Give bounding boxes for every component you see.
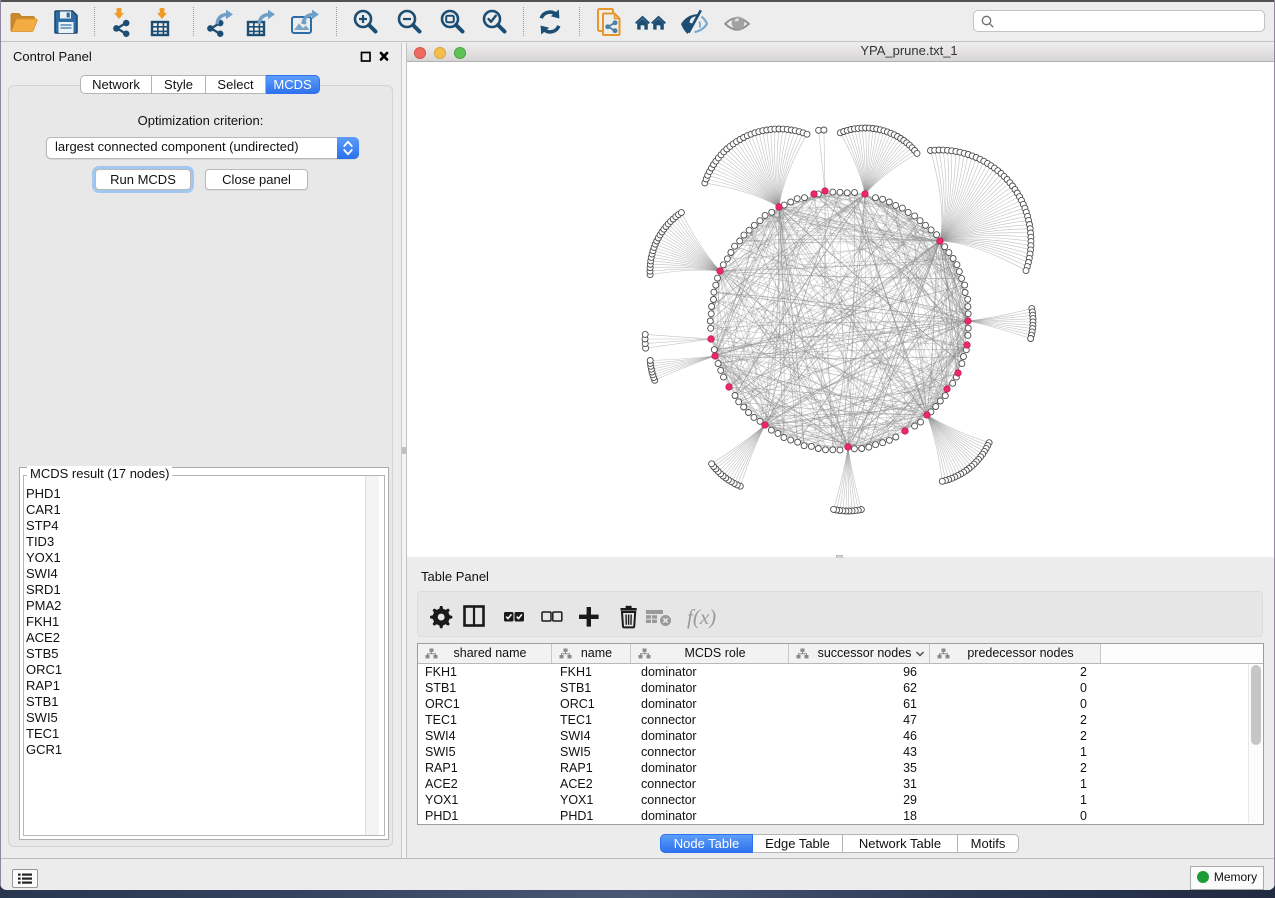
svg-text:f(x): f(x)	[687, 605, 716, 629]
